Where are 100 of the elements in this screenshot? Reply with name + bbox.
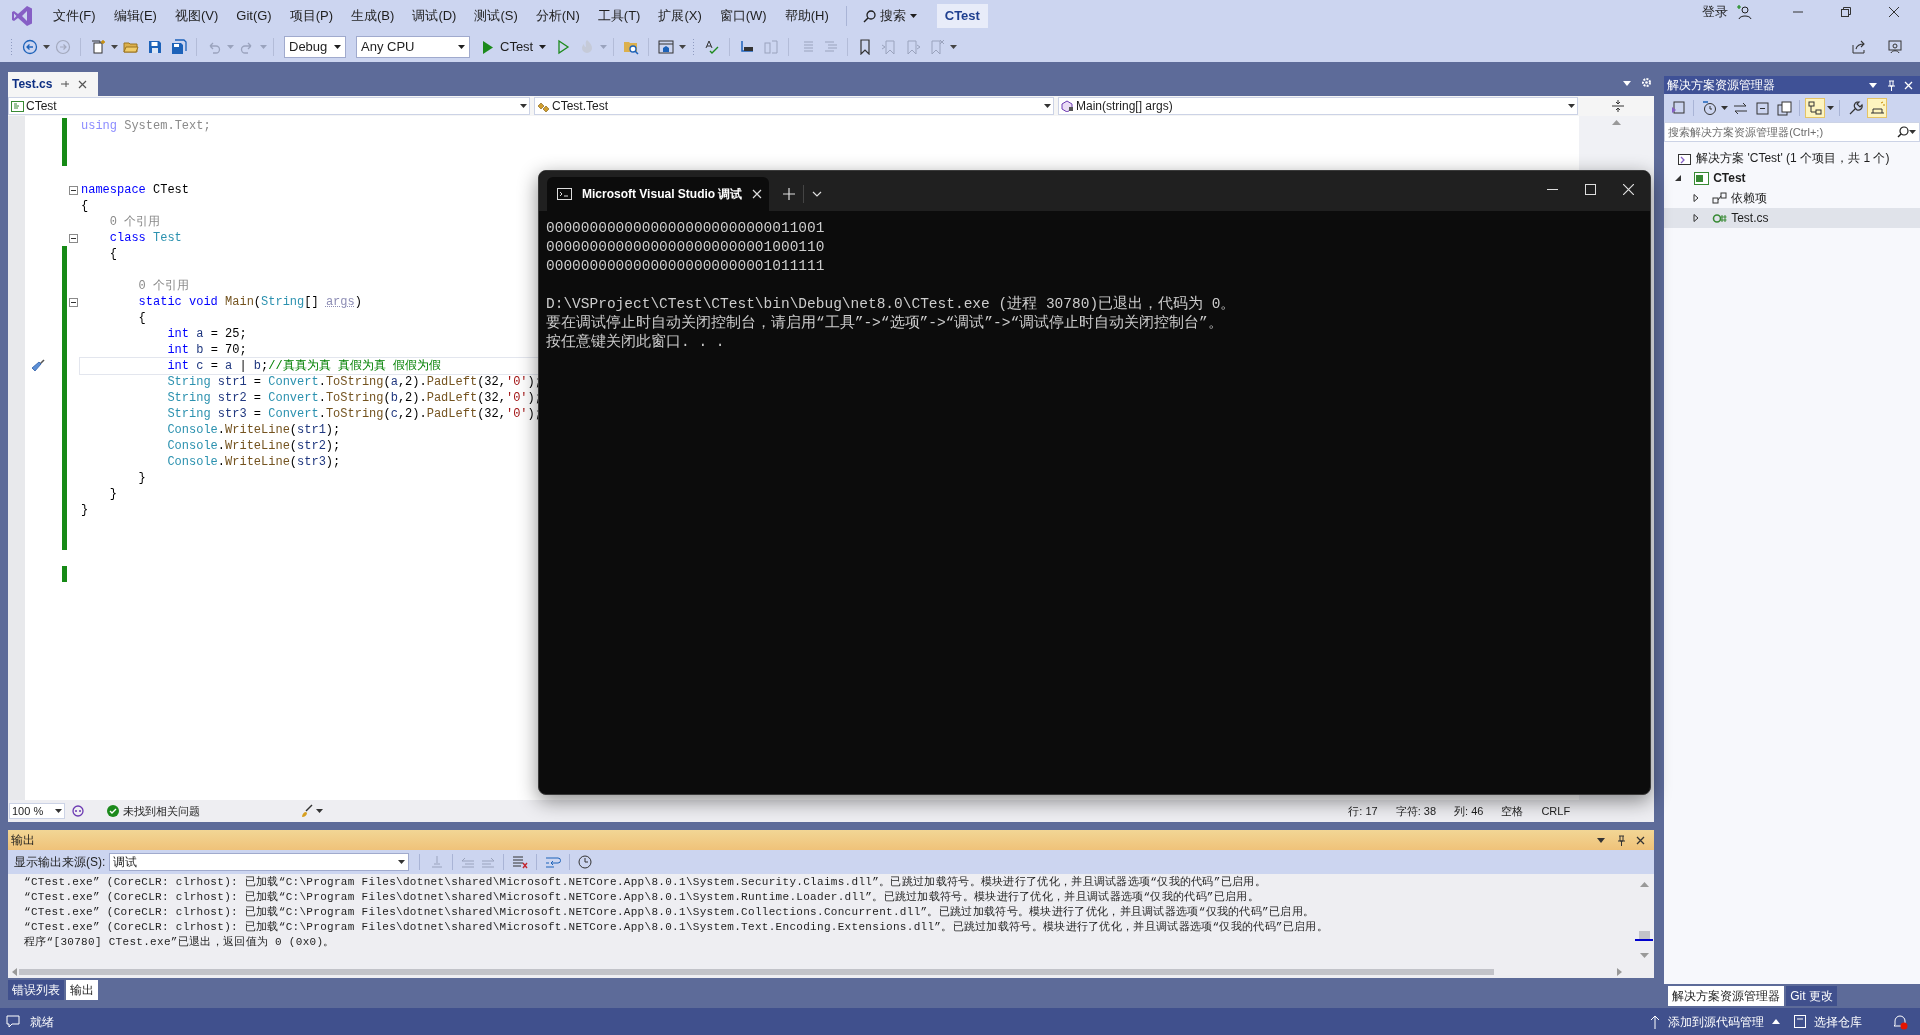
caret-icon[interactable] (679, 44, 687, 50)
issues-status[interactable]: 未找到相关问题 (123, 802, 200, 820)
platform-dropdown[interactable]: Any CPU (356, 36, 470, 58)
select-repository-button[interactable]: 选择仓库 (1814, 1012, 1862, 1031)
menu-item[interactable]: 分析(N) (526, 6, 589, 26)
cursor-status[interactable]: CRLF (1541, 802, 1571, 820)
menu-item[interactable]: 文件(F) (44, 6, 105, 26)
play-icon (482, 40, 494, 54)
caret-icon[interactable] (950, 44, 958, 50)
menu-item[interactable]: 测试(S) (465, 6, 527, 26)
caret-icon[interactable] (111, 44, 118, 50)
navigation-dropdown[interactable]: Main(string[] args) (1058, 97, 1578, 115)
document-tab[interactable]: Test.cs (8, 72, 98, 96)
search-field[interactable]: 搜索解决方案资源管理器(Ctrl+;) (1664, 122, 1920, 142)
caret-icon[interactable] (1568, 103, 1575, 109)
caret-icon[interactable] (55, 808, 62, 814)
comment-icon[interactable] (6, 1015, 20, 1028)
word-wrap-icon[interactable] (545, 855, 562, 869)
panel-tab[interactable]: 解决方案资源管理器 (1668, 986, 1785, 1006)
collapsed-arrow-icon[interactable] (1692, 214, 1701, 222)
settings-icon[interactable] (1641, 77, 1653, 88)
menu-item[interactable]: 生成(B) (342, 6, 404, 26)
show-all-files-icon[interactable] (1774, 98, 1795, 118)
pin-icon[interactable] (1617, 834, 1627, 846)
add-to-source-control-button[interactable]: 添加到源代码管理 (1668, 1012, 1780, 1031)
search-button[interactable]: 搜索 (854, 4, 925, 28)
caret-icon[interactable] (1827, 105, 1835, 111)
solution-node[interactable]: 解决方案 'CTest' (1 个项目，共 1 个) (1696, 149, 1890, 167)
dropdown-icon[interactable] (1623, 81, 1632, 86)
tree-item[interactable]: Test.cs (1664, 208, 1920, 228)
caret-icon[interactable] (909, 13, 917, 19)
tree-view-icon[interactable] (1805, 98, 1826, 118)
brush-icon[interactable] (300, 804, 314, 818)
menu-item[interactable]: 视图(V) (165, 6, 228, 26)
navigation-dropdown[interactable]: CTest (8, 97, 530, 115)
console-line: 00000000000000000000000001011111 (546, 257, 826, 276)
caret-icon[interactable] (1044, 103, 1051, 109)
caret-icon[interactable] (316, 808, 323, 814)
menu-item[interactable]: 工具(T) (588, 6, 650, 26)
output-source-dropdown[interactable]: 调试 (109, 853, 410, 871)
cursor-status[interactable]: 空格 (1501, 802, 1524, 820)
navigation-dropdown[interactable]: CTest.Test (534, 97, 1054, 115)
clock-icon[interactable] (578, 855, 593, 869)
horizontal-scrollbar-thumb[interactable] (19, 969, 1494, 975)
tree-item[interactable]: 依赖项 (1664, 188, 1920, 208)
caret-icon[interactable] (539, 44, 547, 50)
caret-icon[interactable] (1909, 129, 1916, 135)
close-icon[interactable] (1888, 6, 1900, 18)
panel-tab[interactable]: 错误列表 (8, 980, 64, 1000)
code-line: static void Main(String[] args) (137, 294, 363, 310)
menu-item[interactable]: 编辑(E) (104, 6, 166, 26)
menu-item[interactable]: 项目(P) (280, 6, 343, 26)
caret-icon[interactable] (458, 44, 465, 50)
restore-icon[interactable] (1840, 6, 1852, 18)
collapsed-arrow-icon[interactable] (1692, 194, 1701, 202)
collapse-icon[interactable] (69, 185, 78, 195)
collapse-icon[interactable] (69, 297, 78, 307)
close-icon[interactable] (78, 79, 88, 89)
pin-icon[interactable] (60, 79, 71, 89)
menu-item[interactable]: Git(G) (227, 6, 281, 26)
cursor-status[interactable]: 列: 46 (1454, 802, 1484, 820)
menu-item[interactable]: 调试(D) (403, 6, 466, 26)
caret-icon[interactable] (398, 859, 406, 865)
tree-item[interactable]: CTest (1664, 168, 1920, 188)
caret-icon[interactable] (520, 103, 527, 109)
menu-item[interactable]: 帮助(H) (775, 6, 838, 26)
caret-icon[interactable] (334, 44, 341, 50)
code-lens-reference[interactable]: 0 个引用 (80, 214, 163, 230)
configuration-dropdown[interactable]: Debug (284, 36, 346, 58)
code-lens-reference[interactable]: 0 个引用 (80, 278, 191, 294)
code-line: } (108, 486, 118, 502)
notification-icon[interactable] (1892, 1013, 1908, 1030)
close-icon[interactable] (1636, 835, 1646, 845)
panel-tab[interactable]: 输出 (66, 980, 98, 1000)
start-debugging-button[interactable]: CTest (478, 36, 551, 58)
copilot-icon[interactable] (71, 804, 85, 818)
dropdown-icon[interactable] (1597, 837, 1606, 843)
menu-item[interactable]: 扩展(X) (649, 6, 711, 26)
caret-icon[interactable] (1721, 105, 1729, 111)
account-icon[interactable] (1736, 4, 1752, 20)
split-window-icon[interactable] (1612, 100, 1625, 112)
terminal-tab[interactable]: Microsoft Visual Studio 调试 (547, 177, 769, 211)
sign-in-link[interactable]: 登录 (1702, 2, 1728, 22)
screwdriver-icon[interactable] (31, 359, 45, 373)
menu-item[interactable]: 窗口(W) (710, 6, 776, 26)
cursor-status[interactable]: 字符: 38 (1395, 802, 1437, 820)
expanded-arrow-icon[interactable] (1674, 174, 1683, 182)
cursor-status[interactable]: 行: 17 (1348, 802, 1378, 820)
panel-tab[interactable]: Git 更改 (1786, 986, 1837, 1006)
clear-all-icon[interactable] (512, 855, 529, 869)
new-tab-icon[interactable] (783, 188, 795, 200)
collapse-icon[interactable] (69, 233, 78, 243)
code-line: { (80, 198, 90, 214)
check-circle-icon (107, 805, 119, 817)
vertical-scrollbar-thumb[interactable] (1638, 931, 1650, 939)
caret-icon[interactable] (43, 44, 50, 50)
zoom-dropdown[interactable]: 100 % (9, 803, 65, 819)
chevron-down-icon[interactable] (812, 191, 822, 197)
dropdown-icon[interactable] (1869, 82, 1877, 88)
maximize-icon[interactable] (1585, 184, 1596, 195)
